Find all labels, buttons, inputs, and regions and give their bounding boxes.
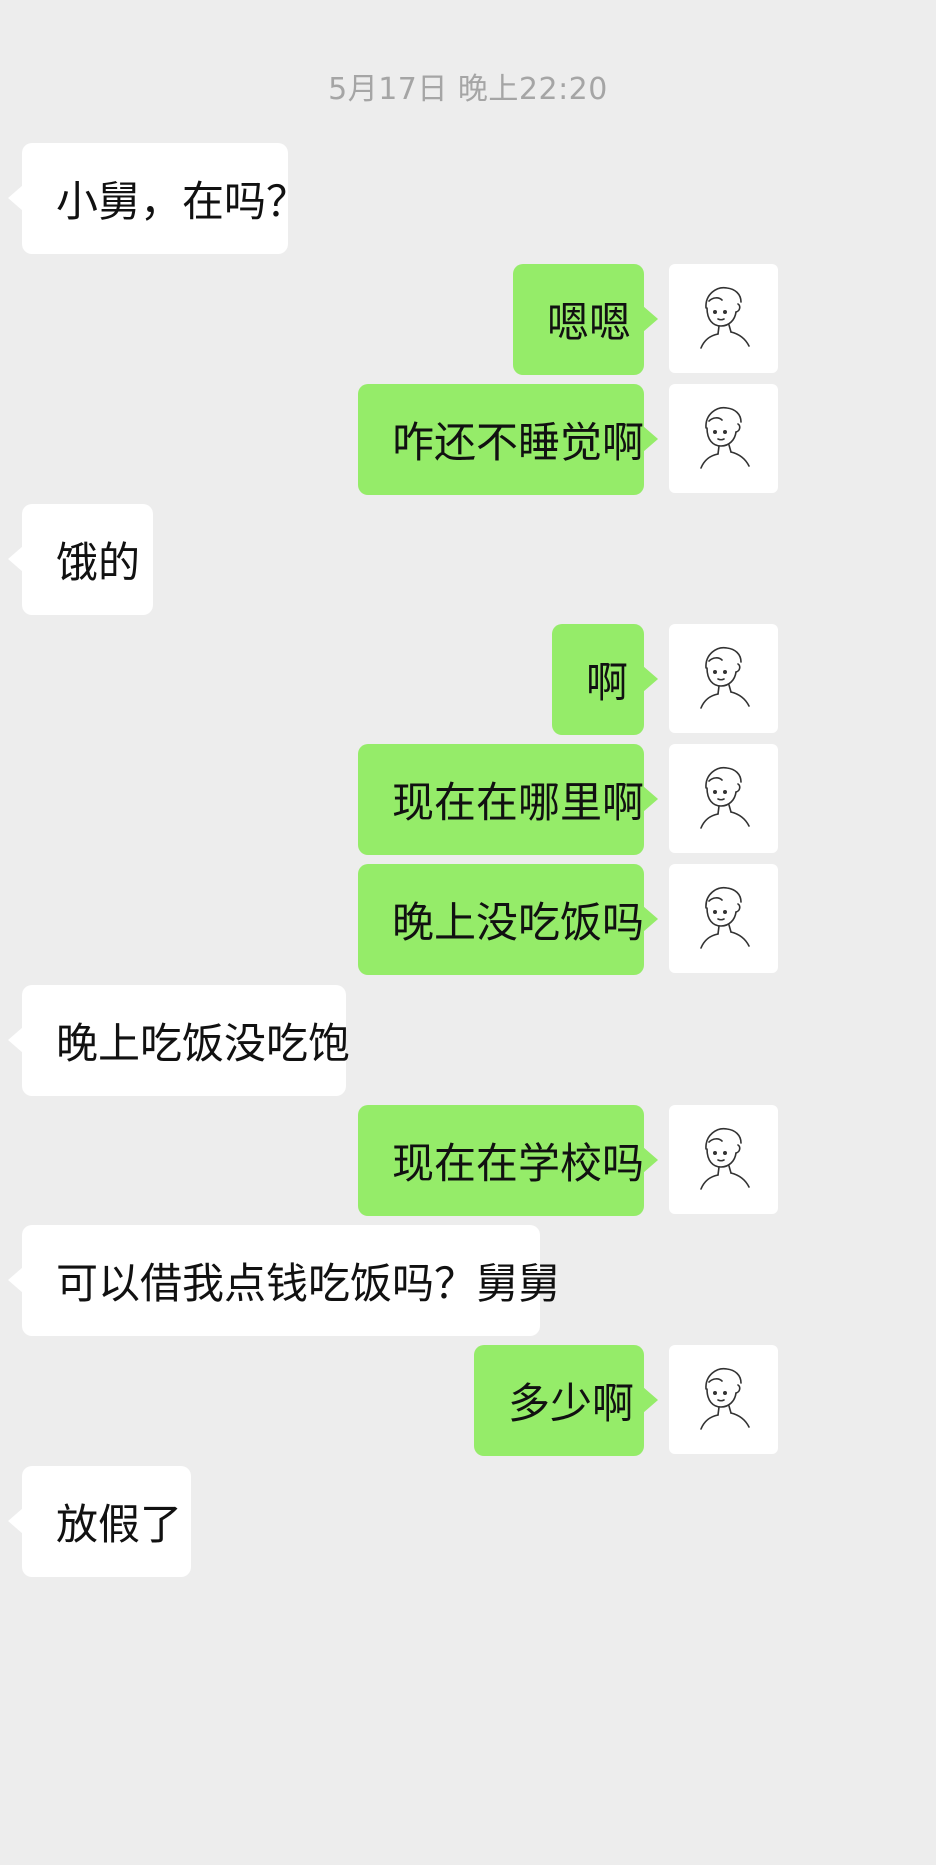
line-drawn-boy-avatar-icon: [700, 766, 750, 829]
avatar[interactable]: [669, 1345, 778, 1454]
line-drawn-boy-avatar-icon: [700, 1367, 750, 1430]
message-row: 嗯嗯: [0, 264, 936, 375]
chat-timestamp: 5月17日 晚上22:20: [328, 72, 608, 107]
outgoing-message-bubble[interactable]: 多少啊: [474, 1345, 658, 1456]
message-row: 咋还不睡觉啊: [0, 384, 936, 495]
message-text: 晚上没吃饭吗: [392, 898, 645, 947]
outgoing-message-bubble[interactable]: 咋还不睡觉啊: [358, 384, 658, 495]
message-text: 啊: [586, 658, 629, 707]
message-row: 现在在学校吗: [0, 1105, 936, 1216]
message-row: 可以借我点钱吃饭吗？舅舅: [0, 1225, 936, 1336]
outgoing-message-bubble[interactable]: 啊: [552, 624, 658, 735]
message-row: 饿的: [0, 504, 936, 615]
avatar[interactable]: [669, 1105, 778, 1214]
incoming-message-bubble[interactable]: 放假了: [8, 1466, 191, 1577]
message-row: 多少啊: [0, 1345, 936, 1456]
avatar[interactable]: [669, 264, 778, 373]
line-drawn-boy-avatar-icon: [700, 406, 750, 469]
message-text: 可以借我点钱吃饭吗？舅舅: [56, 1259, 561, 1308]
message-row: 现在在哪里啊: [0, 744, 936, 855]
message-row: 啊: [0, 624, 936, 735]
outgoing-message-bubble[interactable]: 现在在哪里啊: [358, 744, 658, 855]
message-row: 晚上没吃饭吗: [0, 864, 936, 975]
message-text: 现在在学校吗: [392, 1139, 645, 1188]
incoming-message-bubble[interactable]: 小舅，在吗？: [8, 143, 308, 254]
message-row: 放假了: [0, 1466, 936, 1577]
line-drawn-boy-avatar-icon: [700, 286, 750, 349]
line-drawn-boy-avatar-icon: [700, 1127, 750, 1190]
incoming-message-bubble[interactable]: 饿的: [8, 504, 153, 615]
outgoing-message-bubble[interactable]: 嗯嗯: [513, 264, 658, 375]
message-text: 放假了: [56, 1500, 183, 1549]
message-text: 嗯嗯: [547, 298, 632, 347]
avatar[interactable]: [669, 744, 778, 853]
message-text: 晚上吃饭没吃饱: [56, 1019, 351, 1068]
chat-window: 5月17日 晚上22:20 小舅，在吗？ 嗯嗯 咋还不睡觉啊 饿的 啊 现在在哪…: [0, 0, 936, 1865]
line-drawn-boy-avatar-icon: [700, 646, 750, 709]
message-text: 小舅，在吗？: [56, 177, 309, 226]
avatar[interactable]: [669, 384, 778, 493]
outgoing-message-bubble[interactable]: 晚上没吃饭吗: [358, 864, 658, 975]
avatar[interactable]: [669, 864, 778, 973]
avatar[interactable]: [669, 624, 778, 733]
message-text: 多少啊: [508, 1379, 635, 1428]
message-row: 小舅，在吗？: [0, 143, 936, 254]
message-row: 晚上吃饭没吃饱: [0, 985, 936, 1096]
message-text: 饿的: [56, 538, 141, 587]
incoming-message-bubble[interactable]: 晚上吃饭没吃饱: [8, 985, 350, 1096]
line-drawn-boy-avatar-icon: [700, 886, 750, 949]
message-text: 咋还不睡觉啊: [392, 418, 645, 467]
incoming-message-bubble[interactable]: 可以借我点钱吃饭吗？舅舅: [8, 1225, 560, 1336]
outgoing-message-bubble[interactable]: 现在在学校吗: [358, 1105, 658, 1216]
message-text: 现在在哪里啊: [392, 778, 645, 827]
